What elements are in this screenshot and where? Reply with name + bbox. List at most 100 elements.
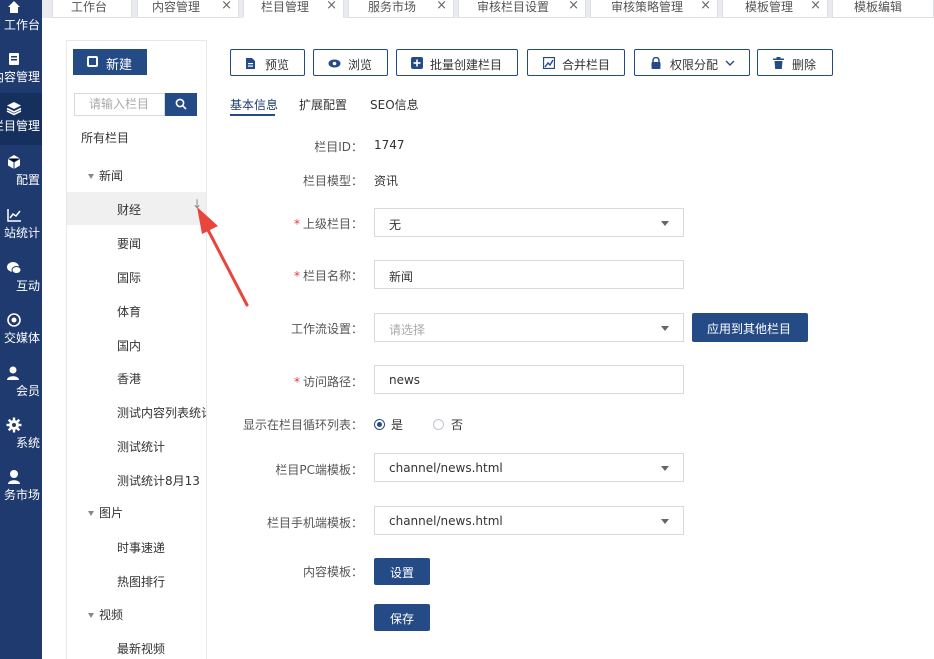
tree-node-video[interactable]: 视频	[88, 606, 123, 623]
tree-node-news[interactable]: 新闻	[88, 167, 123, 184]
tree-leaf[interactable]: 国际	[67, 260, 206, 293]
tree-node-pictures[interactable]: 图片	[88, 504, 123, 521]
home-icon	[8, 1, 20, 13]
nav-label: 务市场	[3, 488, 40, 502]
preview-button[interactable]: 预览	[230, 49, 305, 76]
browse-button[interactable]: 浏览	[313, 49, 388, 76]
column-tree-panel: 新建 请输入栏目 所有栏目 新闻 财经 ↓ 要闻 国际 体育 国内 香港 测试内容…	[66, 40, 207, 659]
tab-audit-policy[interactable]: 审核策略管理 ×	[590, 0, 718, 18]
close-icon[interactable]: ×	[221, 0, 232, 13]
tab-market[interactable]: 服务市场 ×	[348, 0, 454, 18]
nav-item-system[interactable]: 系统	[0, 410, 42, 462]
chart-line-icon	[7, 209, 21, 222]
left-nav: 工作台 内容管理 栏目管理 配置 站统计 互动 交媒体 会员 系统 务市场	[0, 0, 42, 659]
required-mark: *	[293, 217, 300, 231]
workflow-select[interactable]: 请选择	[374, 313, 684, 342]
layers-icon	[6, 102, 22, 116]
nav-item-workbench[interactable]: 工作台	[0, 0, 42, 44]
nav-item-market[interactable]: 务市场	[0, 462, 42, 514]
close-icon[interactable]: ×	[326, 0, 337, 13]
tree-leaf[interactable]: 要闻	[67, 226, 206, 259]
tree-leaf[interactable]: 香港	[67, 361, 206, 394]
tab-basic-info[interactable]: 基本信息	[230, 96, 278, 113]
caret-down-icon	[661, 221, 669, 226]
column-name-label: * 栏目名称：	[294, 267, 363, 284]
caret-down-icon	[661, 519, 669, 524]
tab-audit-column[interactable]: 审核栏目设置 ×	[458, 0, 586, 18]
tab-label: 工作台	[71, 0, 108, 14]
move-down-icon[interactable]: ↓	[192, 197, 202, 211]
tree-leaf[interactable]: 体育	[67, 294, 206, 327]
close-icon[interactable]: ×	[436, 0, 447, 13]
tab-workbench[interactable]: 工作台	[52, 0, 132, 18]
user-icon	[7, 366, 19, 380]
tree-all-columns[interactable]: 所有栏目	[81, 129, 129, 146]
nav-item-member[interactable]: 会员	[0, 358, 42, 410]
tree-leaf-label: 国际	[117, 271, 142, 285]
tree-node-label: 图片	[99, 506, 124, 520]
tree-leaf[interactable]: 时事速递	[67, 530, 206, 563]
access-path-input[interactable]: news	[374, 365, 684, 394]
delete-button[interactable]: 删除	[757, 49, 833, 76]
pc-template-select[interactable]: channel/news.html	[374, 453, 684, 482]
tab-column[interactable]: 栏目管理 ×	[243, 0, 344, 18]
close-icon[interactable]: ×	[568, 0, 579, 13]
close-icon[interactable]: ×	[810, 0, 821, 13]
tree-leaf-label: 热图排行	[117, 575, 166, 589]
tab-bar: 工作台 内容管理 × 栏目管理 × 服务市场 × 审核栏目设置 × 审核策略管理…	[42, 0, 934, 18]
new-column-button[interactable]: 新建	[73, 49, 147, 75]
tree-leaf-label: 香港	[117, 372, 142, 386]
show-no-radio[interactable]	[433, 419, 444, 430]
workflow-label: 工作流设置：	[290, 322, 363, 336]
tab-extended-config[interactable]: 扩展配置	[299, 96, 347, 113]
tree-leaf-label: 体育	[117, 305, 142, 319]
show-yes-radio[interactable]	[374, 419, 385, 430]
set-content-template-button[interactable]: 设置	[374, 558, 430, 585]
nav-label: 栏目管理	[0, 119, 40, 133]
show-no-label[interactable]: 否	[451, 416, 463, 433]
tree-leaf[interactable]: 测试统计8月13	[67, 463, 206, 496]
tree-leaf[interactable]: 测试统计	[67, 429, 206, 462]
eye-icon	[328, 59, 341, 68]
nav-item-interact[interactable]: 互动	[0, 253, 42, 305]
nav-label: 配置	[15, 173, 40, 187]
tree-leaf-finance[interactable]: 财经 ↓	[67, 192, 206, 225]
caret-down-icon	[88, 511, 94, 516]
tree-leaf[interactable]: 热图排行	[67, 564, 206, 597]
merge-icon	[543, 57, 555, 69]
permissions-dropdown-button[interactable]: 权限分配	[634, 49, 750, 76]
tab-template-manage[interactable]: 模板管理 ×	[722, 0, 828, 18]
tree-node-label: 视频	[99, 608, 124, 622]
tree-leaf-label: 测试内容列表统计	[117, 406, 207, 420]
tree-leaf-label: 国内	[117, 339, 142, 353]
nav-item-config[interactable]: 配置	[0, 147, 42, 199]
nav-label: 工作台	[3, 18, 40, 32]
merge-button[interactable]: 合并栏目	[527, 49, 625, 76]
apply-to-other-columns-button[interactable]: 应用到其他栏目	[692, 313, 808, 342]
pc-template-label: 栏目PC端模板：	[275, 463, 363, 477]
tab-template-edit[interactable]: 模板编辑	[832, 0, 934, 18]
tab-content[interactable]: 内容管理 ×	[137, 0, 239, 18]
parent-column-select[interactable]: 无	[374, 208, 684, 237]
column-name-input[interactable]: 新闻	[374, 260, 684, 289]
mobile-template-select[interactable]: channel/news.html	[374, 506, 684, 535]
button-label: 新建	[106, 57, 133, 72]
show-yes-label[interactable]: 是	[391, 416, 403, 433]
column-model-value: 资讯	[374, 174, 399, 188]
tree-leaf[interactable]: 国内	[67, 328, 206, 361]
required-mark: *	[293, 269, 300, 283]
tree-leaf[interactable]: 最新视频	[67, 631, 206, 659]
tree-leaf[interactable]: 测试内容列表统计	[67, 395, 207, 428]
tab-seo-info[interactable]: SEO信息	[370, 96, 419, 113]
nav-item-social[interactable]: 交媒体	[0, 305, 42, 357]
nav-item-stats[interactable]: 站统计	[0, 200, 42, 252]
nav-item-column[interactable]: 栏目管理	[0, 93, 42, 145]
close-icon[interactable]: ×	[700, 0, 711, 13]
input-value: news	[389, 373, 421, 387]
save-button[interactable]: 保存	[374, 604, 430, 631]
search-button[interactable]	[165, 93, 197, 116]
nav-item-content[interactable]: 内容管理	[0, 44, 42, 96]
batch-create-button[interactable]: 批量创建栏目	[396, 49, 518, 76]
button-label: 保存	[390, 612, 415, 626]
column-search-input[interactable]: 请输入栏目	[74, 93, 165, 116]
